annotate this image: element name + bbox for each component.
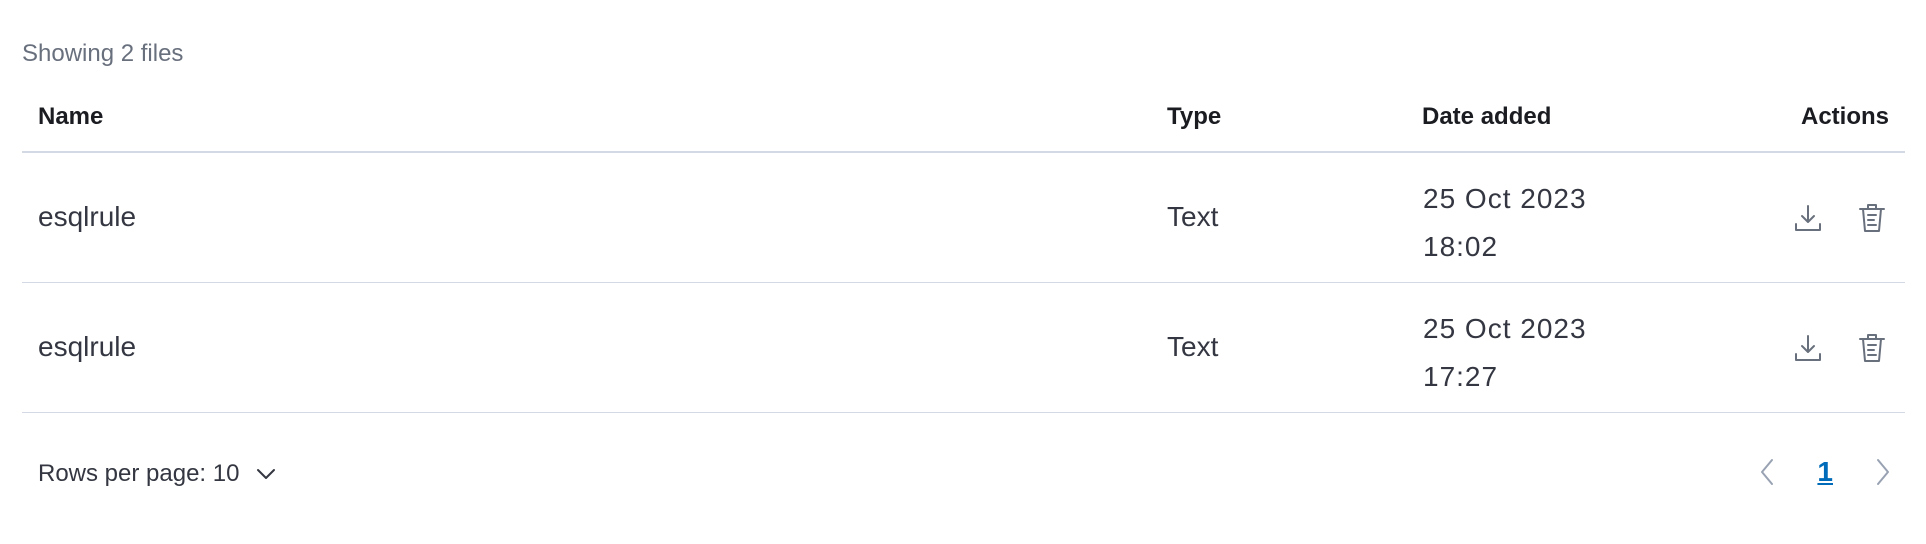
chevron-left-icon <box>1761 459 1774 485</box>
trash-icon <box>1859 334 1885 362</box>
table-footer: Rows per page: 10 1 <box>22 456 1905 500</box>
files-panel: Showing 2 files Name Type Date added Act… <box>0 0 1926 544</box>
download-icon <box>1795 205 1821 231</box>
page-number-current[interactable]: 1 <box>1817 456 1833 488</box>
table-row: esqlrule Text 25 Oct 2023 18:02 <box>22 153 1905 283</box>
row-actions <box>1791 331 1889 365</box>
download-button[interactable] <box>1791 201 1825 235</box>
previous-page-button[interactable] <box>1755 456 1779 488</box>
column-header-name[interactable]: Name <box>38 103 103 131</box>
row-actions <box>1791 201 1889 235</box>
chevron-down-icon <box>257 469 276 479</box>
download-icon <box>1795 335 1821 361</box>
next-page-button[interactable] <box>1871 456 1895 488</box>
chevron-right-icon <box>1877 459 1889 485</box>
delete-button[interactable] <box>1855 201 1889 235</box>
files-count-summary: Showing 2 files <box>22 40 184 67</box>
pagination: 1 <box>1755 456 1895 488</box>
files-table: Name Type Date added Actions esqlrule Te… <box>22 95 1905 413</box>
file-name: esqlrule <box>38 201 137 232</box>
file-date: 25 Oct 2023 <box>1423 183 1587 214</box>
file-date-added: 25 Oct 2023 18:02 <box>1423 175 1587 271</box>
column-header-actions: Actions <box>1800 103 1889 130</box>
file-date-added: 25 Oct 2023 17:27 <box>1423 305 1587 401</box>
file-type: Text <box>1167 201 1219 232</box>
table-row: esqlrule Text 25 Oct 2023 17:27 <box>22 283 1905 413</box>
file-type: Text <box>1167 331 1219 362</box>
trash-icon <box>1859 204 1885 232</box>
column-header-date-added[interactable]: Date added <box>1422 103 1551 131</box>
rows-per-page-label: Rows per page: 10 <box>38 460 240 487</box>
column-header-type[interactable]: Type <box>1167 103 1221 131</box>
rows-per-page-selector[interactable]: Rows per page: 10 <box>38 460 277 488</box>
delete-button[interactable] <box>1855 331 1889 365</box>
file-date: 25 Oct 2023 <box>1423 313 1587 344</box>
table-header: Name Type Date added Actions <box>22 95 1905 153</box>
file-time: 17:27 <box>1423 361 1499 392</box>
file-name: esqlrule <box>38 331 137 362</box>
file-time: 18:02 <box>1423 231 1499 262</box>
download-button[interactable] <box>1791 331 1825 365</box>
